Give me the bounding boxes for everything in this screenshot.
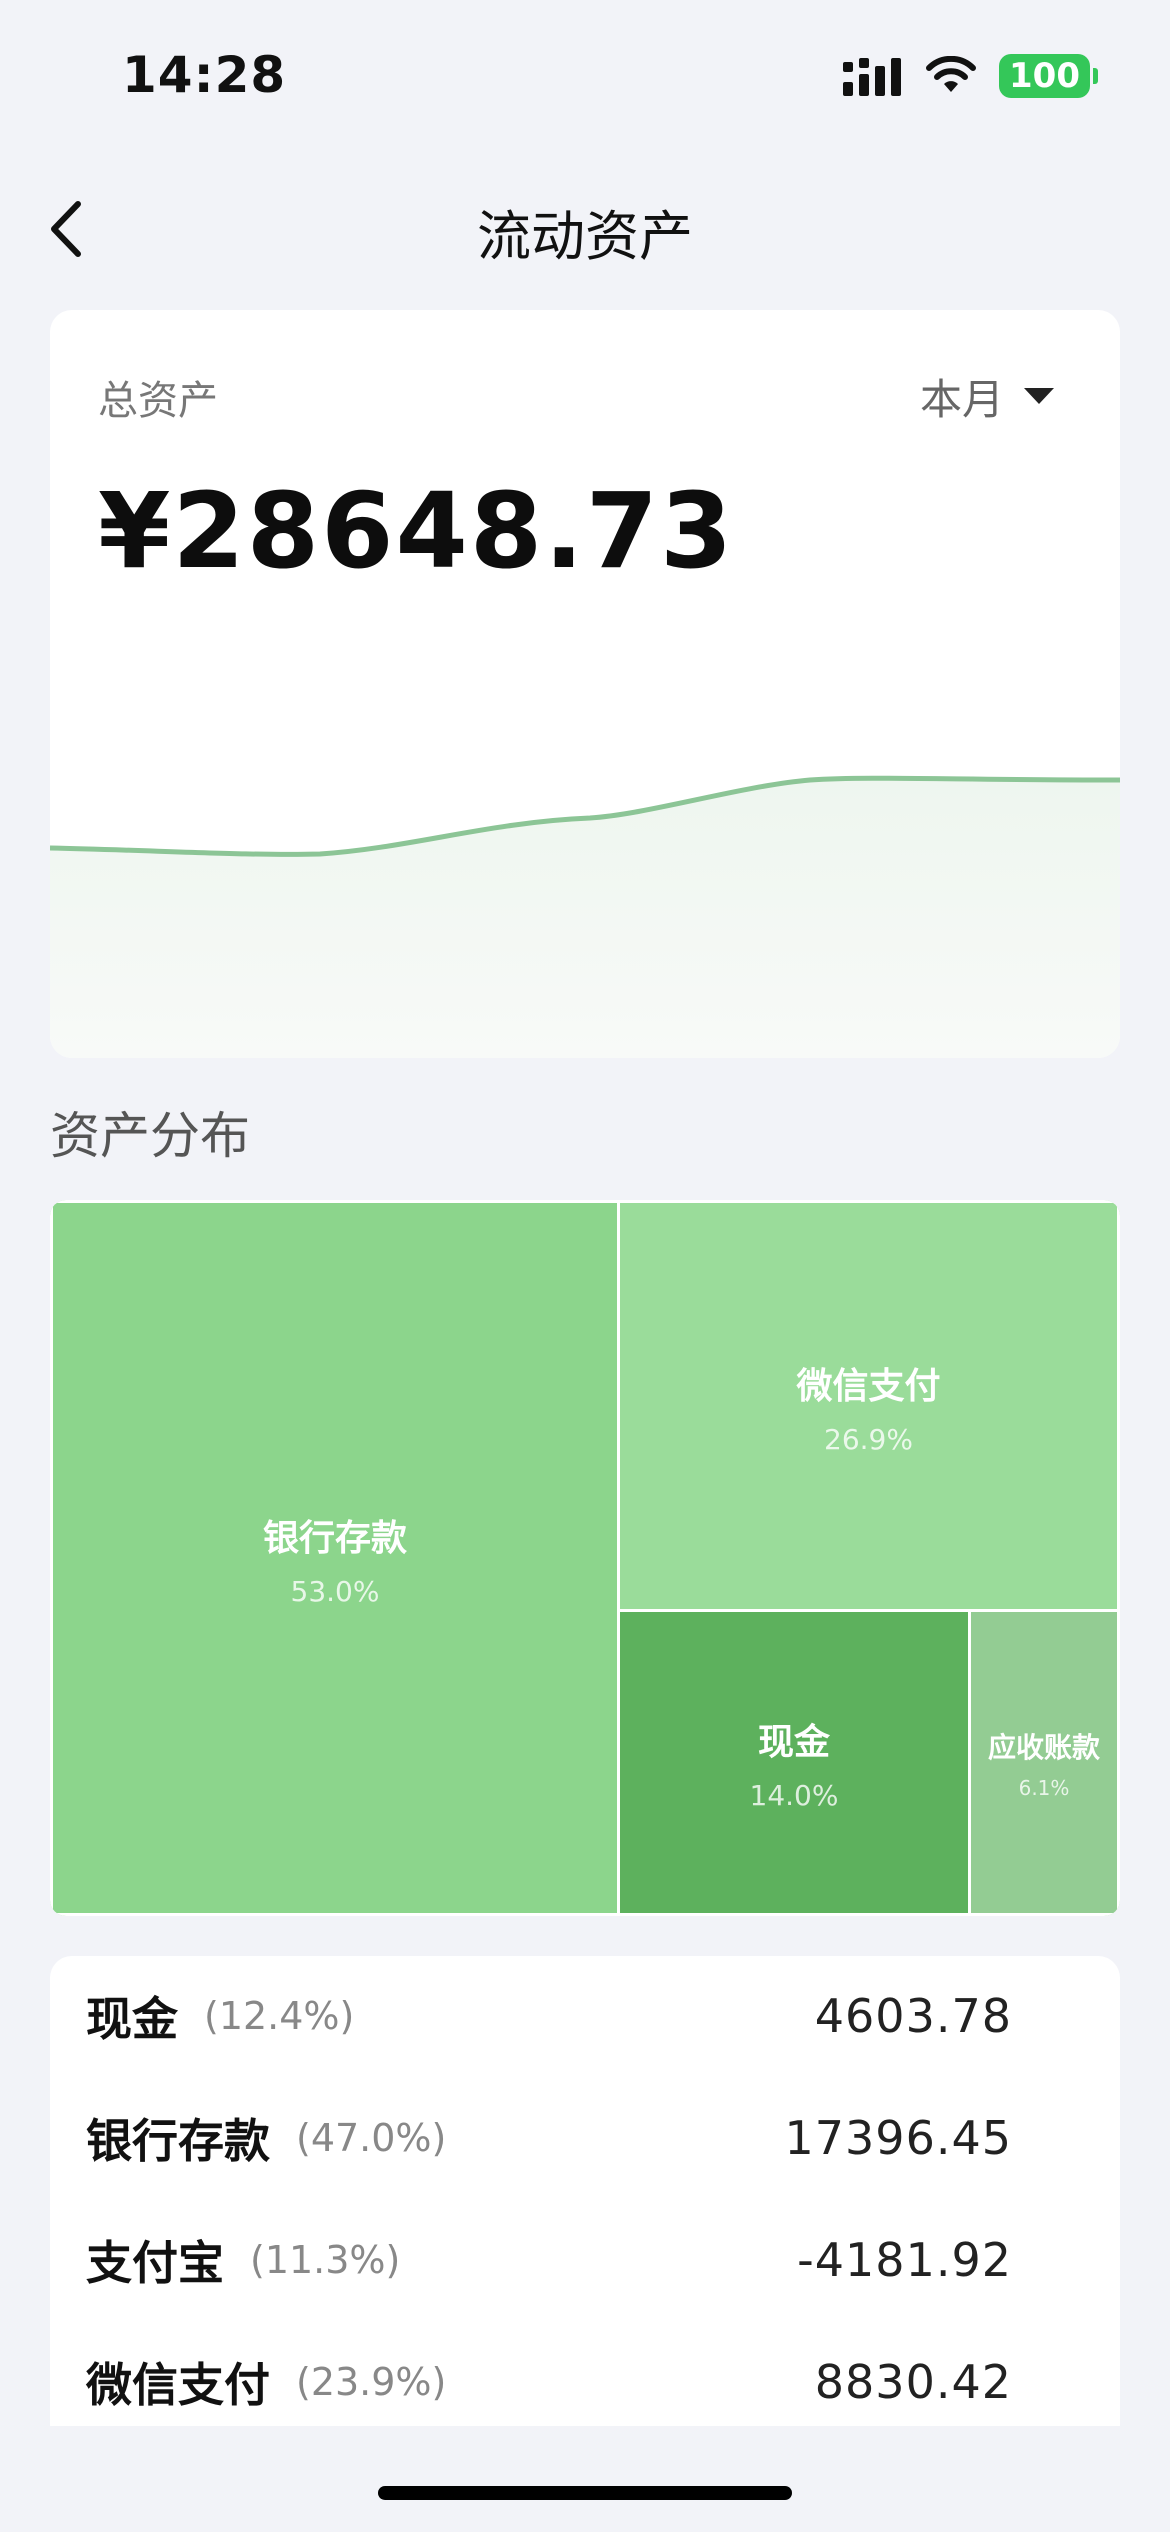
asset-percent: (12.4%)	[204, 1994, 355, 2038]
tile-label: 应收账款	[987, 1730, 1100, 1764]
home-indicator	[378, 2486, 792, 2500]
signal-icon	[843, 58, 902, 96]
tile-percent: 14.0%	[749, 1779, 839, 1812]
status-time: 14:28	[122, 46, 287, 104]
treemap-tile-bank[interactable]: 银行存款 53.0%	[50, 1200, 620, 1916]
tile-label: 现金	[757, 1722, 830, 1763]
asset-value: -4181.92	[797, 2233, 1012, 2287]
treemap-tile-wechat[interactable]: 微信支付 26.9%	[617, 1200, 1120, 1612]
tile-percent: 6.1%	[1018, 1775, 1070, 1800]
wifi-icon	[926, 56, 977, 92]
asset-name: 支付宝	[86, 2236, 224, 2290]
asset-name: 现金	[86, 1992, 178, 2046]
tile-label: 微信支付	[796, 1365, 941, 1407]
tile-percent: 53.0%	[290, 1574, 380, 1608]
asset-trend-chart	[50, 775, 1120, 1058]
status-bar: 14:28 100	[0, 0, 1170, 150]
tile-percent: 26.9%	[824, 1422, 913, 1456]
asset-value: 8830.42	[814, 2355, 1012, 2409]
section-title-distribution: 资产分布	[50, 1107, 250, 1165]
total-assets-label: 总资产	[98, 378, 218, 424]
asset-value: 4603.78	[814, 1989, 1012, 2043]
asset-percent: (47.0%)	[296, 2116, 447, 2160]
asset-percent: (11.3%)	[250, 2238, 401, 2282]
status-icons: 100	[843, 54, 1098, 98]
treemap-tile-cash[interactable]: 现金 14.0%	[617, 1609, 971, 1916]
period-label: 本月	[919, 375, 1004, 424]
list-item[interactable]: 银行存款 (47.0%) 17396.45	[86, 2088, 1012, 2188]
asset-name: 微信支付	[86, 2358, 270, 2412]
total-assets-card: 总资产 本月 ¥28648.73	[50, 310, 1120, 1058]
asset-value: 17396.45	[784, 2111, 1012, 2165]
nav-bar: 流动资产	[0, 170, 1170, 280]
asset-name: 银行存款	[86, 2114, 270, 2168]
treemap-tile-receivable[interactable]: 应收账款 6.1%	[968, 1609, 1120, 1916]
period-selector[interactable]: 本月	[920, 366, 1054, 427]
list-item[interactable]: 现金 (12.4%) 4603.78	[86, 1966, 1012, 2066]
caret-down-icon	[1024, 387, 1054, 404]
asset-list: 现金 (12.4%) 4603.78 银行存款 (47.0%) 17396.45…	[50, 1956, 1120, 2426]
list-item[interactable]: 微信支付 (23.9%) 8830.42	[86, 2332, 1012, 2426]
asset-treemap: 银行存款 53.0% 微信支付 26.9% 现金 14.0% 应收账款 6.1%	[50, 1200, 1120, 1916]
battery-indicator: 100	[999, 54, 1098, 98]
list-item[interactable]: 支付宝 (11.3%) -4181.92	[86, 2210, 1012, 2310]
tile-label: 银行存款	[262, 1517, 407, 1559]
asset-percent: (23.9%)	[296, 2360, 447, 2404]
page-title: 流动资产	[477, 205, 693, 268]
total-assets-amount: ¥28648.73	[98, 470, 735, 592]
